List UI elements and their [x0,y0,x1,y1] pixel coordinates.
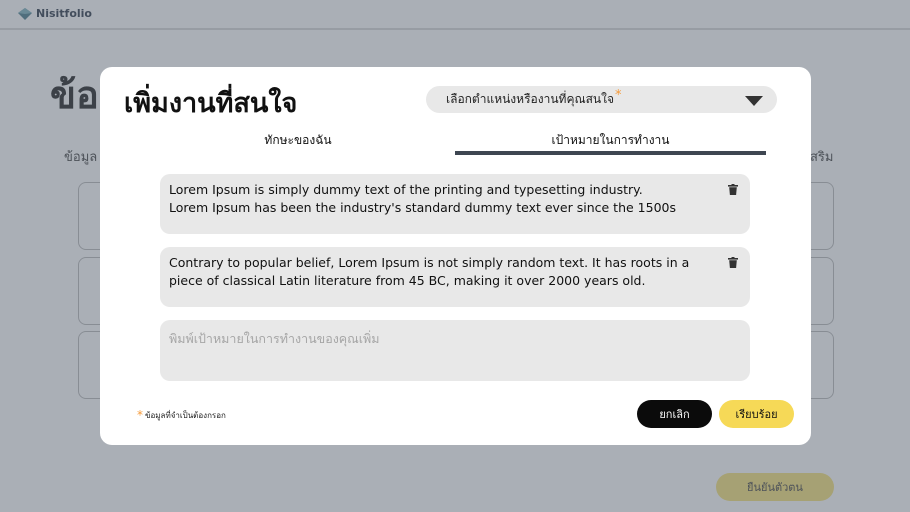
active-tab-indicator [455,151,766,155]
add-goal-input[interactable] [160,320,750,381]
modal-title: เพิ่มงานที่สนใจ [124,88,298,119]
trash-icon[interactable] [728,257,738,268]
add-interest-modal: เพิ่มงานที่สนใจ เลือกตำแหน่งหรืองานที่คุ… [100,67,811,445]
required-mark: * [137,408,143,422]
goal-item: Contrary to popular belief, Lorem Ipsum … [160,247,750,307]
required-mark: * [615,88,622,103]
triangle-down-icon[interactable] [745,96,763,106]
tab-my-skills[interactable]: ทักษะของฉัน [198,131,398,150]
required-note-text: ข้อมูลที่จำเป็นต้องกรอก [145,410,226,420]
required-note: * ข้อมูลที่จำเป็นต้องกรอก [137,408,226,422]
goal-text: Contrary to popular belief, Lorem Ipsum … [169,255,690,288]
tab-work-goals[interactable]: เป้าหมายในการทำงาน [455,131,766,150]
trash-icon[interactable] [728,184,738,195]
cancel-button[interactable]: ยกเลิก [637,400,712,428]
goal-item: Lorem Ipsum is simply dummy text of the … [160,174,750,234]
position-select[interactable]: เลือกตำแหน่งหรืองานที่คุณสนใจ * [426,86,777,113]
done-button[interactable]: เรียบร้อย [719,400,794,428]
goal-text: Lorem Ipsum is simply dummy text of the … [169,182,676,215]
position-select-placeholder: เลือกตำแหน่งหรืองานที่คุณสนใจ [446,92,615,106]
